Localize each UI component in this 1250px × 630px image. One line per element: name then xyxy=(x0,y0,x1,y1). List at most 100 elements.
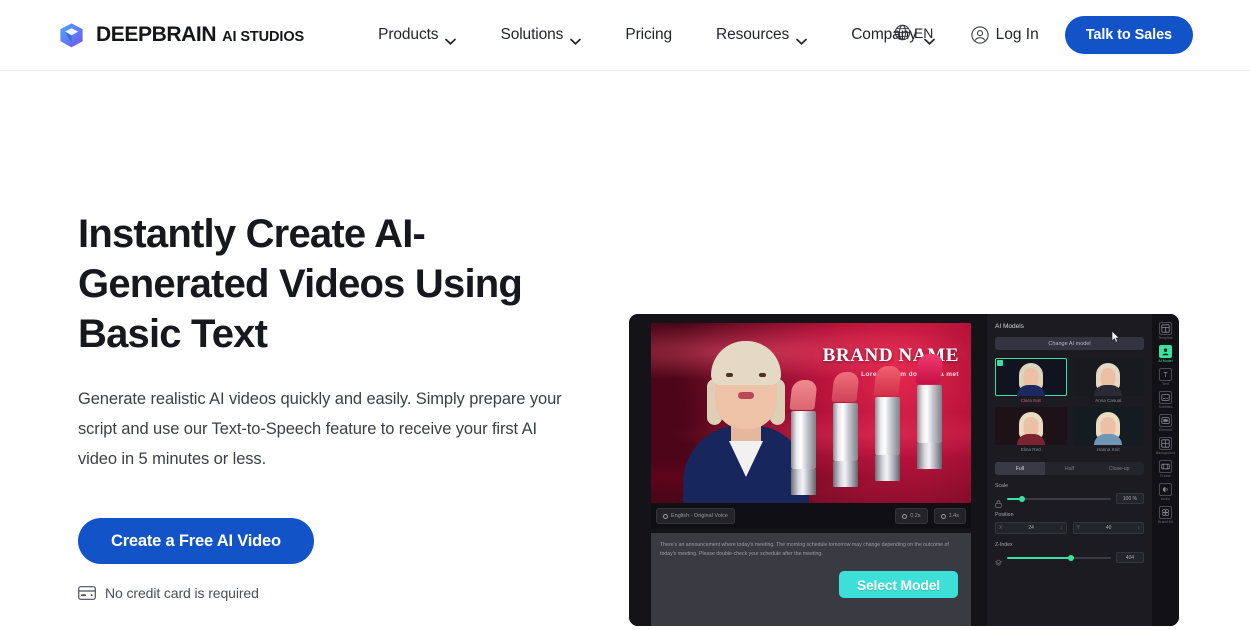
position-y-value: 40 xyxy=(1105,525,1112,531)
user-circle-icon xyxy=(970,26,989,44)
avatar-collar xyxy=(729,441,763,477)
preview-editor-area: BRAND NAME Lorem ipsum dolor sit a met E… xyxy=(629,314,987,626)
clock-icon xyxy=(902,513,908,519)
brand-name: DEEPBRAIN xyxy=(96,23,217,46)
model-card-3[interactable]: Hanna Knit xyxy=(1072,407,1144,452)
brandkit-icon xyxy=(1159,506,1172,519)
element-icon xyxy=(1159,414,1172,427)
zindex-slider-row: 404 xyxy=(994,552,1144,566)
rail-label: Text xyxy=(1162,382,1169,386)
rail-label: Template xyxy=(1158,336,1173,340)
script-text: There's an announcement where today's me… xyxy=(660,542,949,557)
waveform-icon xyxy=(663,513,668,519)
voice-language-selector[interactable]: English - Original Voice xyxy=(656,508,735,524)
position-y-field[interactable]: Y 40 ↕ xyxy=(1072,522,1144,534)
rail-item-template[interactable]: Template xyxy=(1152,322,1179,340)
nav-label-pricing: Pricing xyxy=(625,26,673,43)
create-free-ai-video-button[interactable]: Create a Free AI Video xyxy=(78,518,314,564)
position-x-field[interactable]: X 24 ↕ xyxy=(995,522,1067,534)
nav-item-solutions[interactable]: Solutions xyxy=(478,15,603,55)
clip-duration-field[interactable]: 0.2s xyxy=(895,508,928,524)
player-toolbar: English - Original Voice 0.2s 1.4s xyxy=(651,503,971,529)
scale-slider[interactable] xyxy=(1007,495,1111,502)
hero-section: Instantly Create AI-Generated Videos Usi… xyxy=(0,71,1250,630)
nav-item-pricing[interactable]: Pricing xyxy=(603,15,694,55)
cube-logo-icon xyxy=(58,22,85,49)
layers-icon[interactable] xyxy=(994,554,1003,566)
rail-label: Subtitles xyxy=(1158,405,1173,409)
rail-item-background[interactable]: Background xyxy=(1152,437,1179,455)
video-stage[interactable]: BRAND NAME Lorem ipsum dolor sit a met xyxy=(651,323,971,503)
model-thumbnail xyxy=(1072,358,1144,396)
total-duration-field[interactable]: 1.4s xyxy=(933,508,966,524)
credit-card-icon xyxy=(78,586,96,600)
header-right-actions: Log In Talk to Sales xyxy=(970,16,1250,54)
rail-label: AI Model xyxy=(1158,359,1173,363)
avatar-eye-right xyxy=(759,373,766,377)
position-x-axis: X xyxy=(999,525,1003,531)
stepper-x-icon[interactable]: ↕ xyxy=(1060,525,1063,531)
language-selector[interactable]: EN xyxy=(894,24,933,41)
model-label: Anna Casual xyxy=(1095,398,1122,403)
scale-label: Scale xyxy=(995,483,1008,489)
nav-label-solutions: Solutions xyxy=(500,26,564,43)
nav-item-resources[interactable]: Resources xyxy=(694,15,829,55)
header-inner: DEEPBRAIN AI STUDIOS Products Solutions … xyxy=(0,0,1250,71)
ai-models-panel: AI Models Change AI model Clara Suit Ann… xyxy=(987,314,1152,626)
zindex-control: Z-Index 404 xyxy=(994,542,1144,566)
scale-value[interactable]: 100 % xyxy=(1116,493,1144,504)
select-model-button[interactable]: Select Model xyxy=(838,571,958,598)
rail-item-frame[interactable]: Frame xyxy=(1152,460,1179,478)
brand-logo-link[interactable]: DEEPBRAIN AI STUDIOS xyxy=(58,22,304,49)
rail-label: Brand Kit xyxy=(1158,520,1173,524)
avatar-hair xyxy=(711,341,781,385)
clock-icon xyxy=(940,513,946,519)
position-fields: X 24 ↕ Y 40 ↕ xyxy=(995,522,1144,534)
rail-item-audio[interactable]: Audio xyxy=(1152,483,1179,501)
talk-to-sales-button[interactable]: Talk to Sales xyxy=(1064,16,1193,54)
zindex-value[interactable]: 404 xyxy=(1116,552,1144,563)
zindex-slider[interactable] xyxy=(1007,554,1111,561)
tab-half[interactable]: Half xyxy=(1045,462,1095,475)
nav-label-products: Products xyxy=(378,26,439,43)
voice-language-label: English - Original Voice xyxy=(671,513,728,519)
subtitles-icon xyxy=(1159,391,1172,404)
tab-closeup[interactable]: Close-up xyxy=(1094,462,1144,475)
ai-model-icon xyxy=(1159,345,1172,358)
chevron-down-icon xyxy=(445,32,457,45)
model-card-0[interactable]: Clara Suit xyxy=(995,358,1067,403)
rail-item-text[interactable]: T Text xyxy=(1152,368,1179,386)
link-icon[interactable] xyxy=(995,495,1002,508)
lipstick-item xyxy=(873,366,902,481)
position-y-axis: Y xyxy=(1076,525,1080,531)
rail-item-subtitles[interactable]: Subtitles xyxy=(1152,391,1179,409)
preview-right-panel: AI Models Change AI model Clara Suit Ann… xyxy=(987,314,1179,626)
rail-label: Element xyxy=(1158,428,1173,432)
clip-duration-label: 0.2s xyxy=(910,513,921,519)
model-card-2[interactable]: Elina Red xyxy=(995,407,1067,452)
script-editor[interactable]: There's an announcement where today's me… xyxy=(651,533,971,626)
ai-models-panel-title: AI Models xyxy=(995,323,1024,330)
tab-full[interactable]: Full xyxy=(995,462,1045,475)
lipstick-item xyxy=(789,380,818,495)
no-credit-card-note: No credit card is required xyxy=(78,585,598,601)
nav-item-products[interactable]: Products xyxy=(364,15,478,55)
rail-label: Frame xyxy=(1160,474,1171,478)
rail-item-element[interactable]: Element xyxy=(1152,414,1179,432)
language-code: EN xyxy=(914,24,934,41)
model-thumbnail xyxy=(1072,407,1144,445)
change-ai-model-button[interactable]: Change AI model xyxy=(995,337,1144,350)
zindex-label: Z-Index xyxy=(995,542,1013,548)
model-card-1[interactable]: Anna Casual xyxy=(1072,358,1144,403)
chevron-down-icon xyxy=(570,32,582,45)
model-grid: Clara Suit Anna Casual Elina Red Hanna K… xyxy=(995,358,1144,452)
stepper-y-icon[interactable]: ↕ xyxy=(1138,525,1141,531)
rail-item-ai-model[interactable]: AI Model xyxy=(1152,345,1179,363)
scale-slider-row: 100 % xyxy=(995,493,1144,508)
mouse-pointer-icon xyxy=(1111,330,1120,343)
rail-item-brand-kit[interactable]: Brand Kit xyxy=(1152,506,1179,524)
model-thumbnail xyxy=(995,358,1067,396)
login-link[interactable]: Log In xyxy=(970,26,1039,44)
nav-label-resources: Resources xyxy=(716,26,790,43)
position-label: Position xyxy=(995,512,1014,518)
